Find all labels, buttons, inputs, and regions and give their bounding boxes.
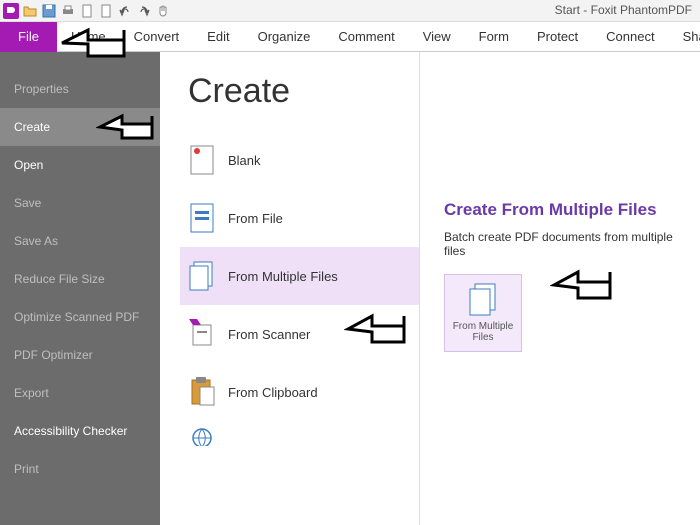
- sidebar-item-pdf-optimizer[interactable]: PDF Optimizer: [0, 336, 160, 374]
- tab-form[interactable]: Form: [465, 22, 523, 52]
- option-label: From Multiple Files: [228, 269, 338, 284]
- from-clipboard-icon: [188, 376, 216, 408]
- sidebar-item-reduce[interactable]: Reduce File Size: [0, 260, 160, 298]
- create-option-from-file[interactable]: From File: [188, 189, 419, 247]
- sidebar-item-create[interactable]: Create: [0, 108, 160, 146]
- create-options-column: Create Blank From File From Multiple Fil…: [160, 52, 420, 525]
- from-scanner-icon: [188, 318, 216, 350]
- undo-icon[interactable]: [116, 2, 133, 19]
- tab-organize[interactable]: Organize: [244, 22, 325, 52]
- file-tab[interactable]: File: [0, 22, 57, 52]
- tab-edit[interactable]: Edit: [193, 22, 243, 52]
- sidebar-item-accessibility[interactable]: Accessibility Checker: [0, 412, 160, 450]
- tile-icon: [468, 283, 498, 317]
- option-label: From Clipboard: [228, 385, 318, 400]
- sidebar-item-open[interactable]: Open: [0, 146, 160, 184]
- option-label: Blank: [228, 153, 261, 168]
- print-icon[interactable]: [59, 2, 76, 19]
- backstage-sidebar: Properties Create Open Save Save As Redu…: [0, 52, 160, 525]
- create-option-from-scanner[interactable]: From Scanner: [188, 305, 419, 363]
- redo-icon[interactable]: [135, 2, 152, 19]
- blank-icon: [188, 144, 216, 176]
- create-option-blank[interactable]: Blank: [188, 131, 419, 189]
- quick-access-toolbar: Start - Foxit PhantomPDF: [0, 0, 700, 22]
- tab-view[interactable]: View: [409, 22, 465, 52]
- page-heading: Create: [188, 72, 419, 111]
- doc-icon[interactable]: [78, 2, 95, 19]
- from-multiple-files-tile[interactable]: From Multiple Files: [444, 274, 522, 352]
- tab-convert[interactable]: Convert: [120, 22, 194, 52]
- option-label: From Scanner: [228, 327, 310, 342]
- sidebar-item-save[interactable]: Save: [0, 184, 160, 222]
- detail-title: Create From Multiple Files: [444, 200, 684, 220]
- tab-home[interactable]: Home: [57, 22, 120, 52]
- tab-protect[interactable]: Protect: [523, 22, 592, 52]
- hand-icon[interactable]: [154, 2, 171, 19]
- sidebar-item-properties[interactable]: Properties: [0, 70, 160, 108]
- sidebar-item-print[interactable]: Print: [0, 450, 160, 488]
- create-option-from-clipboard[interactable]: From Clipboard: [188, 363, 419, 421]
- web-icon: [188, 420, 216, 452]
- doc2-icon[interactable]: [97, 2, 114, 19]
- sidebar-item-optimize-scanned[interactable]: Optimize Scanned PDF: [0, 298, 160, 336]
- ribbon-tabs: File Home Convert Edit Organize Comment …: [0, 22, 700, 52]
- detail-desc: Batch create PDF documents from multiple…: [444, 230, 684, 258]
- open-icon[interactable]: [21, 2, 38, 19]
- sidebar-item-save-as[interactable]: Save As: [0, 222, 160, 260]
- create-option-from-multiple-files[interactable]: From Multiple Files: [180, 247, 419, 305]
- create-detail-column: Create From Multiple Files Batch create …: [420, 52, 700, 525]
- window-title: Start - Foxit PhantomPDF: [555, 3, 692, 17]
- tab-connect[interactable]: Connect: [592, 22, 668, 52]
- from-multiple-icon: [188, 260, 216, 292]
- option-label: From File: [228, 211, 283, 226]
- tab-share[interactable]: Share: [669, 22, 700, 52]
- app-icon: [2, 2, 19, 19]
- from-file-icon: [188, 202, 216, 234]
- tile-label: From Multiple Files: [445, 321, 521, 343]
- save-icon[interactable]: [40, 2, 57, 19]
- sidebar-item-export[interactable]: Export: [0, 374, 160, 412]
- tab-comment[interactable]: Comment: [324, 22, 408, 52]
- create-option-more[interactable]: [188, 421, 419, 451]
